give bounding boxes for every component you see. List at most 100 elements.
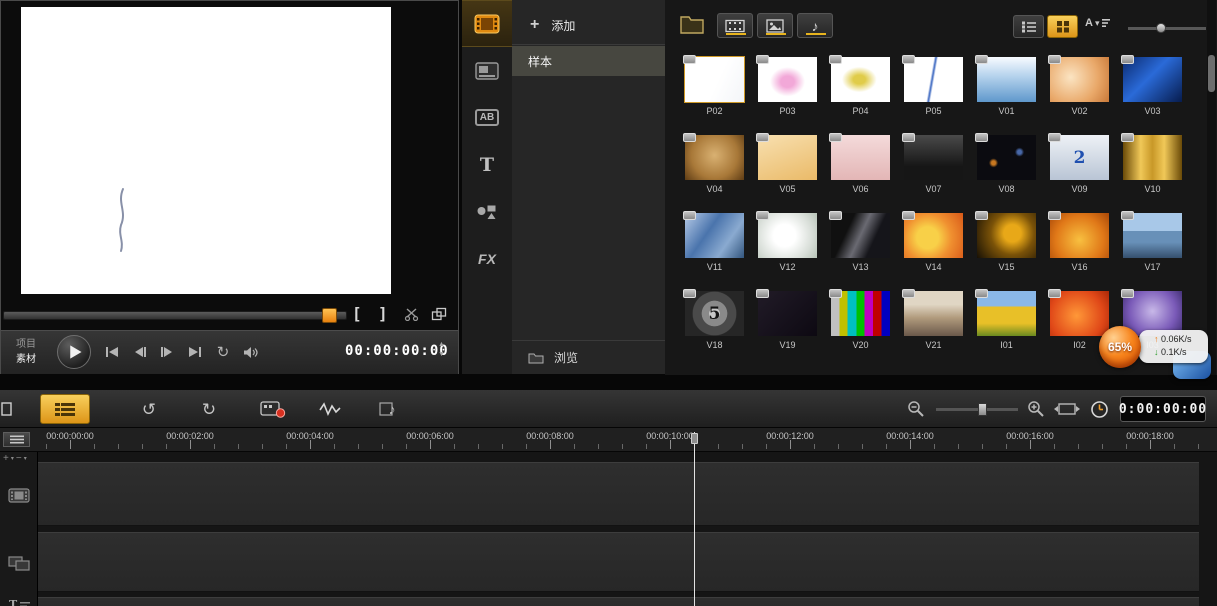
duration-clock-button[interactable]: [1088, 398, 1110, 420]
overlay-track-icon[interactable]: [8, 556, 30, 571]
volume-icon: [243, 346, 260, 359]
gallery-item[interactable]: V12: [751, 211, 824, 289]
module-nav: AB T FX: [462, 0, 512, 374]
sound-mixer-button[interactable]: [314, 396, 348, 422]
title-track[interactable]: [38, 597, 1199, 606]
playhead-handle[interactable]: [691, 433, 698, 444]
thumbnail: [904, 213, 963, 258]
gallery-zoom-handle[interactable]: [1156, 23, 1166, 33]
playhead[interactable]: [694, 432, 695, 606]
gallery-item[interactable]: P02: [678, 55, 751, 133]
thumbnail-overlay-text: [904, 135, 963, 180]
mark-in-button[interactable]: [: [352, 304, 362, 323]
gallery-item[interactable]: V02: [1043, 55, 1116, 133]
category-item-sample[interactable]: 样本: [512, 46, 665, 76]
browse-button[interactable]: 浏览: [512, 340, 665, 374]
gallery-item[interactable]: V14: [897, 211, 970, 289]
volume-button[interactable]: [239, 342, 263, 362]
filter-audio-button[interactable]: ♪: [797, 13, 833, 38]
gallery-item[interactable]: V05: [751, 133, 824, 211]
timeline-toolbar: ↺ ↻ ♪: [0, 390, 1217, 428]
thumbnail-overlay-text: [831, 291, 890, 336]
gallery-item[interactable]: P04: [824, 55, 897, 133]
split-clip-scissors-icon[interactable]: [404, 308, 419, 321]
gallery-item[interactable]: V08: [970, 133, 1043, 211]
gallery-item[interactable]: V06: [824, 133, 897, 211]
module-titles[interactable]: T: [462, 141, 512, 188]
timecode-spin-up[interactable]: ▲: [438, 341, 445, 349]
gallery-item[interactable]: V01: [970, 55, 1043, 133]
timecode-spin-down[interactable]: ▼: [438, 351, 445, 359]
prev-frame-button[interactable]: [128, 342, 152, 362]
add-track-menu-icon[interactable]: ▾: [11, 455, 14, 462]
filter-video-button[interactable]: [717, 13, 753, 38]
grid-view-button[interactable]: [1047, 15, 1078, 38]
scrub-bar[interactable]: [3, 311, 347, 320]
thumbnail-overlay-text: [685, 135, 744, 180]
gallery-item[interactable]: V13: [824, 211, 897, 289]
enlarge-preview-icon[interactable]: [431, 307, 447, 321]
gallery-item[interactable]: P03: [751, 55, 824, 133]
gallery-scrollbar-thumb[interactable]: [1208, 55, 1215, 92]
gallery-item[interactable]: V15: [970, 211, 1043, 289]
gallery-item[interactable]: V07: [897, 133, 970, 211]
mark-out-button[interactable]: ]: [378, 304, 388, 323]
undo-button[interactable]: ↺: [136, 397, 162, 421]
redo-button[interactable]: ↻: [196, 397, 222, 421]
repeat-button[interactable]: ↻: [211, 342, 235, 362]
module-transitions[interactable]: AB: [462, 94, 512, 141]
skip-end-button[interactable]: [182, 342, 206, 362]
record-capture-button[interactable]: [256, 396, 290, 422]
remove-track-menu-icon[interactable]: ▾: [24, 455, 27, 462]
gallery-item[interactable]: V17: [1116, 211, 1189, 289]
remove-track-button[interactable]: −: [16, 453, 22, 464]
next-frame-button[interactable]: [155, 342, 179, 362]
network-ball[interactable]: 65%: [1099, 326, 1141, 368]
play-button[interactable]: [57, 335, 91, 369]
sort-button[interactable]: A ▾: [1085, 17, 1111, 29]
open-folder-icon[interactable]: [679, 14, 705, 35]
video-track-icon[interactable]: [8, 488, 30, 503]
video-track[interactable]: [38, 462, 1199, 526]
upload-speed: 0.06K/s: [1161, 334, 1192, 344]
add-category-button[interactable]: + 添加: [512, 10, 665, 40]
gallery-item[interactable]: I01: [970, 289, 1043, 367]
gallery-scrollbar[interactable]: [1207, 0, 1216, 375]
fit-project-button[interactable]: [1054, 401, 1080, 417]
gallery-item[interactable]: V03: [1116, 55, 1189, 133]
gallery-item[interactable]: V21: [897, 289, 970, 367]
module-media[interactable]: [462, 0, 512, 47]
gallery-item[interactable]: V10: [1116, 133, 1189, 211]
timeline-zoom-slider[interactable]: [936, 408, 1018, 411]
storyboard-view-button[interactable]: [0, 398, 14, 420]
module-filters[interactable]: FX: [462, 235, 512, 282]
module-instant-project[interactable]: [462, 47, 512, 94]
gallery-item[interactable]: V19: [751, 289, 824, 367]
gallery-item[interactable]: 2 V09: [1043, 133, 1116, 211]
gallery-item[interactable]: 5 V18: [678, 289, 751, 367]
list-view-button[interactable]: [1013, 15, 1044, 38]
timeline-zoom-in-button[interactable]: [1026, 399, 1046, 419]
gallery-item[interactable]: V20: [824, 289, 897, 367]
thumbnail: [831, 135, 890, 180]
add-track-button[interactable]: +: [3, 453, 9, 464]
clip-mode-toggle[interactable]: 素材: [16, 350, 36, 365]
gallery-zoom-slider[interactable]: [1128, 27, 1206, 30]
gallery-item[interactable]: V16: [1043, 211, 1116, 289]
timeline-view-button[interactable]: [40, 394, 90, 424]
timeline-zoom-handle[interactable]: [978, 403, 987, 416]
gallery-item[interactable]: P05: [897, 55, 970, 133]
timeline-ruler[interactable]: 00:00:00:0000:00:02:0000:00:04:0000:00:0…: [0, 428, 1217, 452]
redo-icon: ↻: [202, 401, 216, 418]
gallery-item[interactable]: V11: [678, 211, 751, 289]
gallery-item[interactable]: V04: [678, 133, 751, 211]
timeline-zoom-out-button[interactable]: [906, 399, 926, 419]
title-track-icon[interactable]: T: [9, 598, 30, 606]
overlay-track[interactable]: [38, 532, 1199, 592]
project-mode-toggle[interactable]: 项目: [16, 335, 36, 350]
skip-start-button[interactable]: [101, 342, 125, 362]
scrub-handle[interactable]: [322, 308, 337, 323]
auto-music-button[interactable]: ♪: [370, 396, 404, 422]
module-graphics[interactable]: [462, 188, 512, 235]
filter-photo-button[interactable]: [757, 13, 793, 38]
